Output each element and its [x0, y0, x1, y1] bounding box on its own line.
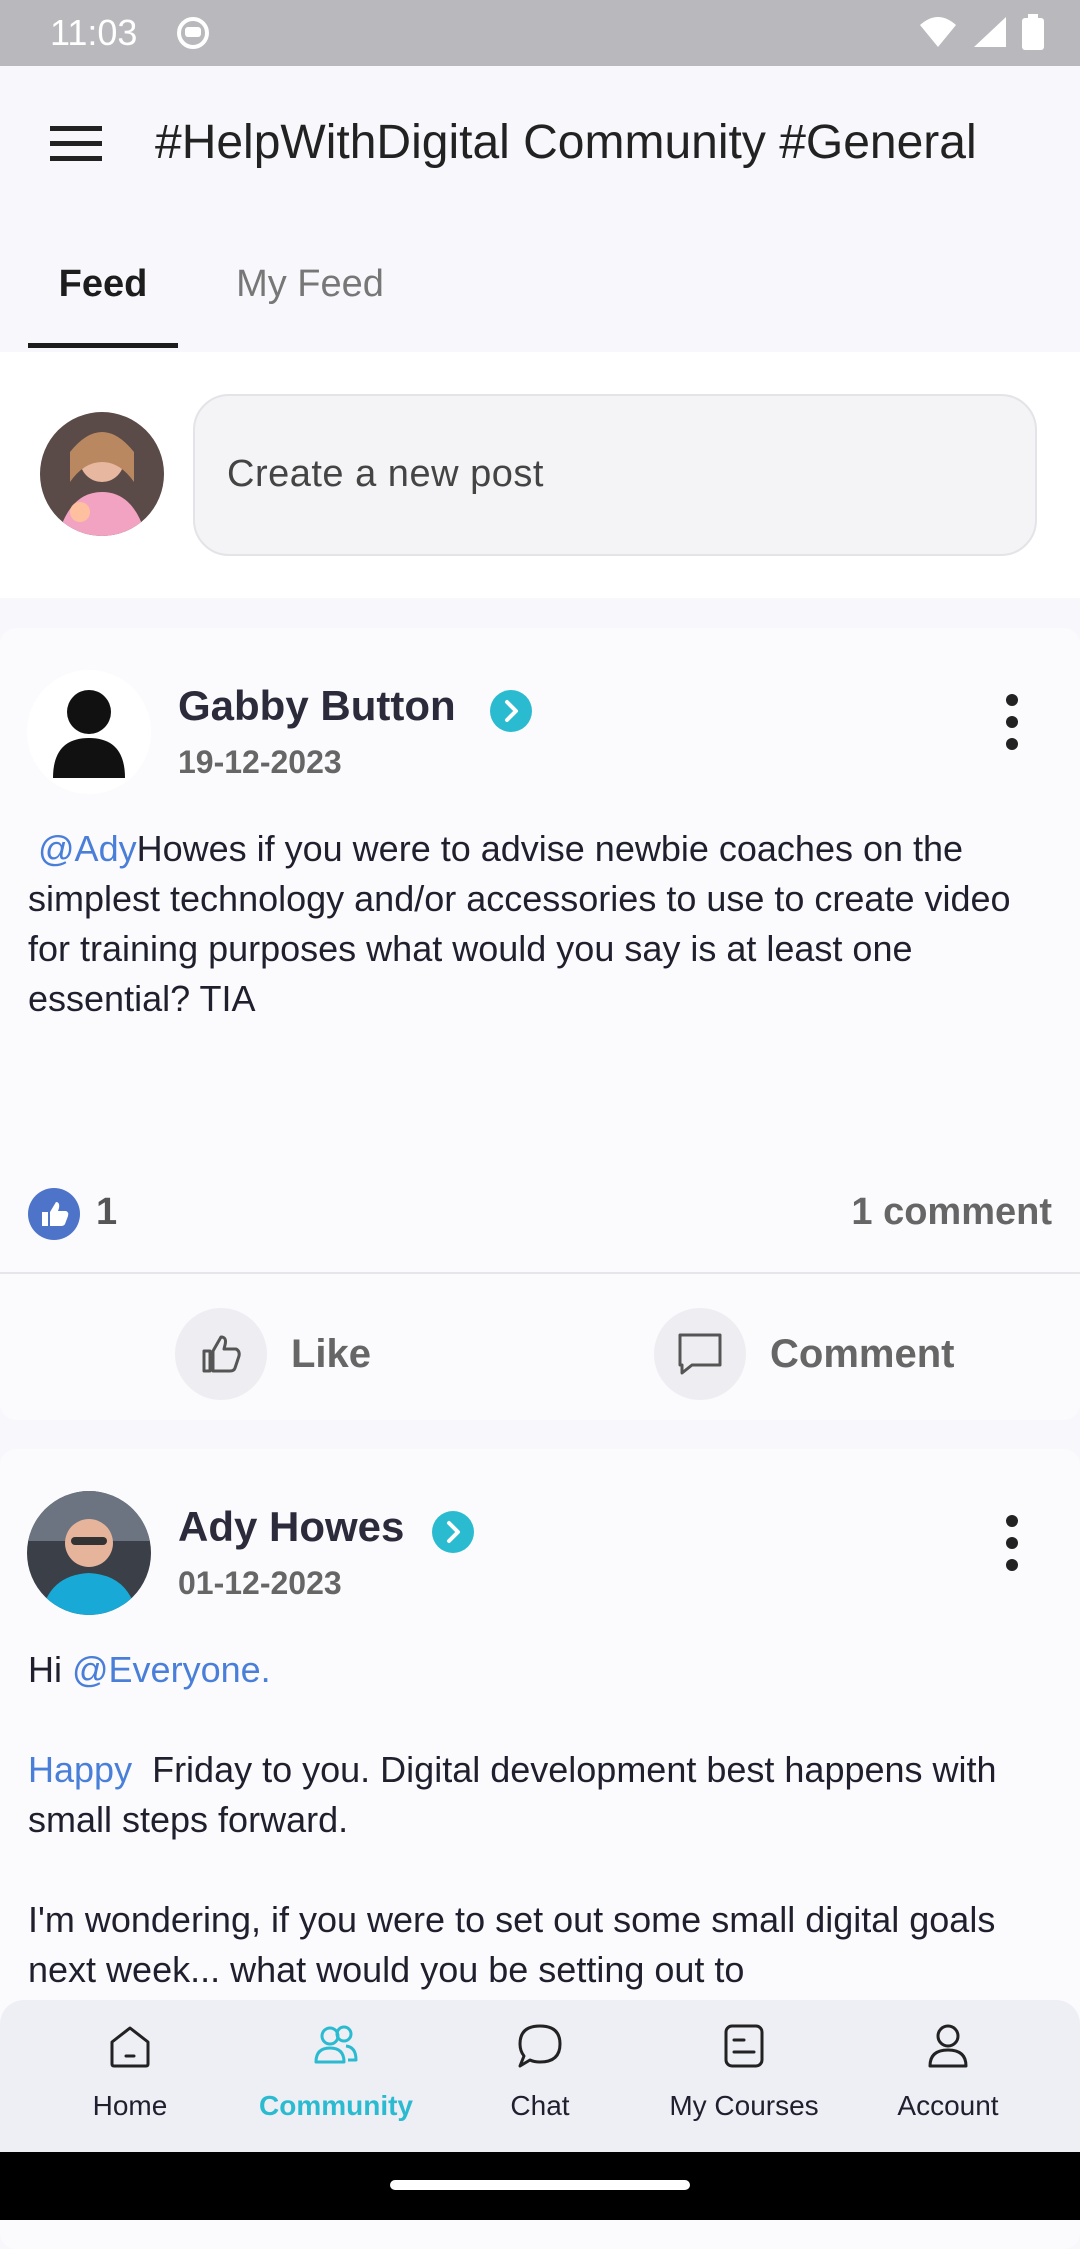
account-icon — [928, 2024, 968, 2068]
signal-icon — [974, 17, 1006, 47]
user-avatar[interactable] — [40, 412, 164, 536]
nav-account[interactable]: Account — [848, 2020, 1048, 2126]
more-options-icon[interactable] — [1004, 1513, 1020, 1573]
hashtag-link[interactable]: Happy — [28, 1749, 132, 1790]
author-avatar[interactable] — [27, 670, 151, 794]
post-date: 19-12-2023 — [178, 744, 342, 780]
like-button[interactable]: Like — [175, 1304, 371, 1404]
page-title: #HelpWithDigital Community #General — [155, 116, 977, 169]
nav-home[interactable]: Home — [30, 2020, 230, 2126]
app-notification-icon — [177, 17, 209, 49]
battery-icon — [1022, 14, 1044, 50]
post-paragraph: Happy Friday to you. Digital development… — [28, 1749, 997, 1840]
chat-icon — [518, 2024, 562, 2068]
wifi-icon — [920, 17, 956, 47]
system-gesture-bar — [0, 2152, 1080, 2220]
home-gesture-handle[interactable] — [390, 2180, 690, 2190]
post-line: Hi @Everyone. — [28, 1649, 271, 1690]
verified-icon — [490, 690, 532, 732]
author-name[interactable]: Gabby Button — [178, 676, 456, 736]
comment-button[interactable]: Comment — [654, 1304, 954, 1404]
status-time: 11:03 — [50, 12, 138, 53]
divider — [0, 1272, 1080, 1274]
verified-icon — [432, 1511, 474, 1553]
nav-my-courses[interactable]: My Courses — [644, 2020, 844, 2126]
thumbs-up-icon — [202, 1335, 241, 1373]
post-date: 01-12-2023 — [178, 1565, 342, 1601]
mention-link[interactable]: @Everyone. — [72, 1649, 271, 1690]
mention-link[interactable]: @Ady — [38, 828, 137, 869]
bottom-navigation: Home Community Chat My Courses Account — [0, 2000, 1080, 2152]
feed-post: Gabby Button 19-12-2023 @AdyHowes if you… — [0, 628, 1080, 1420]
create-post-placeholder: Create a new post — [227, 453, 544, 495]
like-badge-icon — [28, 1188, 80, 1240]
nav-chat[interactable]: Chat — [440, 2020, 640, 2126]
courses-icon — [724, 2024, 764, 2068]
post-body: Hi @Everyone. Happy Friday to you. Digit… — [28, 1645, 1058, 1995]
community-icon — [314, 2025, 358, 2064]
nav-community[interactable]: Community — [236, 2020, 436, 2126]
create-post-input[interactable]: Create a new post — [193, 394, 1037, 556]
post-composer: Create a new post — [0, 352, 1080, 598]
status-icons — [918, 14, 1044, 50]
feed-tabs: Feed My Feed — [28, 240, 1052, 352]
like-count: 1 — [96, 1191, 118, 1233]
hamburger-menu-icon[interactable] — [50, 124, 102, 164]
comment-count[interactable]: 1 comment — [851, 1182, 1052, 1242]
post-body: @AdyHowes if you were to advise newbie c… — [28, 824, 1058, 1024]
tab-feed[interactable]: Feed — [28, 240, 178, 348]
post-paragraph: I'm wondering, if you were to set out so… — [28, 1899, 996, 1990]
home-icon — [110, 2026, 150, 2068]
author-name[interactable]: Ady Howes — [178, 1497, 404, 1557]
reaction-summary: 1 1 comment — [28, 1176, 1052, 1246]
post-text: Howes if you were to advise newbie coach… — [28, 828, 1011, 1019]
status-bar: 11:03 — [0, 0, 1080, 66]
comment-icon — [678, 1333, 722, 1375]
author-avatar[interactable] — [27, 1491, 151, 1615]
comment-label: Comment — [770, 1332, 955, 1376]
tab-my-feed[interactable]: My Feed — [220, 240, 400, 348]
like-label: Like — [291, 1332, 372, 1376]
more-options-icon[interactable] — [1004, 692, 1020, 752]
